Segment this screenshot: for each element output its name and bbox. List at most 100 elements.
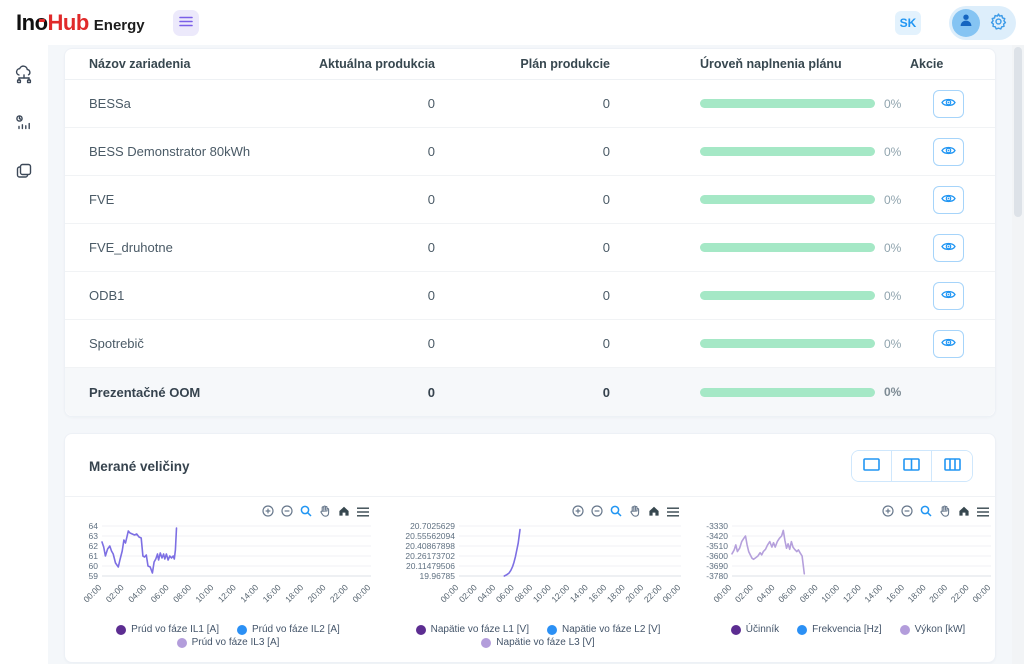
legend-dot	[731, 625, 741, 635]
magnifier-icon	[610, 505, 622, 520]
user-avatar[interactable]	[952, 9, 980, 37]
zoom-in-button[interactable]	[572, 505, 584, 520]
pan-button[interactable]	[319, 505, 331, 520]
device-name: BESS Demonstrator 80kWh	[65, 144, 315, 159]
layout-one-column-button[interactable]	[852, 451, 892, 481]
zoom-in-button[interactable]	[262, 505, 274, 520]
eye-icon	[941, 96, 956, 111]
sidebar-item-statistics[interactable]	[9, 109, 39, 139]
layout-two-column-button[interactable]	[892, 451, 932, 481]
reset-home-button[interactable]	[648, 505, 660, 520]
svg-text:12:00: 12:00	[216, 582, 238, 604]
legend-item[interactable]: Prúd vo fáze IL3 [A]	[177, 637, 280, 648]
selection-zoom-button[interactable]	[920, 505, 932, 520]
page-scrollbar[interactable]	[1012, 45, 1024, 664]
chart-svg[interactable]: 64636261605900:0002:0004:0006:0008:0010:…	[75, 520, 381, 622]
device-name: BESSa	[65, 96, 315, 111]
svg-text:02:00: 02:00	[104, 582, 126, 604]
eye-icon	[941, 144, 956, 159]
view-device-button[interactable]	[933, 186, 964, 214]
plan-production-value: 0	[435, 288, 610, 303]
plan-fill-progressbar	[700, 291, 875, 300]
user-pill	[949, 6, 1016, 40]
current-production-value: 0	[315, 192, 435, 207]
zoom-out-button[interactable]	[901, 505, 913, 520]
device-name: FVE	[65, 192, 315, 207]
pan-button[interactable]	[629, 505, 641, 520]
chart-svg[interactable]: -3330-3420-3510-3600-3690-378000:0002:00…	[695, 520, 996, 622]
plan-fill-percent: 0%	[884, 337, 901, 351]
legend-item[interactable]: Napätie vo fáze L2 [V]	[547, 624, 660, 635]
selection-zoom-button[interactable]	[610, 505, 622, 520]
reset-home-button[interactable]	[958, 505, 970, 520]
three-column-icon	[944, 458, 961, 474]
svg-text:63: 63	[89, 531, 99, 541]
svg-text:16:00: 16:00	[261, 582, 283, 604]
legend-item[interactable]: Účinník	[731, 624, 779, 635]
legend-item[interactable]: Frekvencia [Hz]	[797, 624, 881, 635]
sidebar-item-collections[interactable]	[9, 157, 39, 187]
zoom-in-icon	[572, 505, 584, 520]
scrollbar-thumb[interactable]	[1014, 47, 1022, 217]
svg-text:06:00: 06:00	[149, 582, 171, 604]
logo-text-in: In	[16, 10, 35, 36]
svg-text:14:00: 14:00	[568, 582, 590, 604]
home-icon	[338, 505, 350, 520]
one-column-icon	[863, 458, 880, 474]
plan-production-value: 0	[435, 240, 610, 255]
view-device-button[interactable]	[933, 138, 964, 166]
table-row: FVE_druhotne 0 0 0%	[65, 224, 995, 272]
legend-dot	[416, 625, 426, 635]
device-name: ODB1	[65, 288, 315, 303]
language-button[interactable]: SK	[895, 11, 921, 35]
view-device-button[interactable]	[933, 330, 964, 358]
reset-home-button[interactable]	[338, 505, 350, 520]
table-row: FVE 0 0 0%	[65, 176, 995, 224]
hamburger-icon	[179, 15, 193, 30]
svg-text:20.40867898: 20.40867898	[405, 541, 455, 551]
selection-zoom-button[interactable]	[300, 505, 312, 520]
svg-text:06:00: 06:00	[494, 582, 516, 604]
chart-menu-button[interactable]	[977, 505, 989, 520]
settings-button[interactable]	[989, 12, 1008, 34]
eye-icon	[941, 288, 956, 303]
legend-item[interactable]: Prúd vo fáze IL1 [A]	[116, 624, 219, 635]
pan-button[interactable]	[939, 505, 951, 520]
svg-text:-3420: -3420	[706, 531, 728, 541]
chart-history-icon	[13, 112, 35, 137]
action-cell	[901, 138, 996, 166]
chart-svg[interactable]: 20.702562920.5556209420.4086789820.26173…	[385, 520, 691, 622]
legend-label: Prúd vo fáze IL3 [A]	[192, 637, 280, 648]
zoom-out-button[interactable]	[281, 505, 293, 520]
chart-menu-button[interactable]	[357, 505, 369, 520]
current-production-value: 0	[315, 385, 435, 400]
legend-label: Napätie vo fáze L2 [V]	[562, 624, 660, 635]
column-header-fill: Úroveň naplnenia plánu	[610, 57, 900, 71]
svg-text:02:00: 02:00	[733, 582, 755, 604]
layout-three-column-button[interactable]	[932, 451, 972, 481]
legend-label: Frekvencia [Hz]	[812, 624, 881, 635]
zoom-in-button[interactable]	[882, 505, 894, 520]
view-device-button[interactable]	[933, 282, 964, 310]
person-icon	[958, 12, 974, 33]
view-device-button[interactable]	[933, 90, 964, 118]
zoom-out-button[interactable]	[591, 505, 603, 520]
sidebar-item-network[interactable]	[9, 61, 39, 91]
view-device-button[interactable]	[933, 234, 964, 262]
legend-item[interactable]: Výkon [kW]	[900, 624, 966, 635]
svg-text:00:00: 00:00	[350, 582, 372, 604]
svg-text:00:00: 00:00	[970, 582, 992, 604]
chart-menu-button[interactable]	[667, 505, 679, 520]
svg-text:20.26173702: 20.26173702	[405, 551, 455, 561]
legend-item[interactable]: Napätie vo fáze L3 [V]	[481, 637, 594, 648]
legend-item[interactable]: Napätie vo fáze L1 [V]	[416, 624, 529, 635]
chart-toolbar	[75, 505, 381, 520]
menu-toggle-button[interactable]	[173, 10, 199, 36]
legend-item[interactable]: Prúd vo fáze IL2 [A]	[237, 624, 340, 635]
current-production-value: 0	[315, 144, 435, 159]
svg-text:02:00: 02:00	[457, 582, 479, 604]
two-column-icon	[903, 458, 920, 474]
column-header-plan: Plán produkcie	[435, 57, 610, 71]
pan-hand-icon	[629, 505, 641, 520]
chart-panel: 20.702562920.5556209420.4086789820.26173…	[385, 505, 691, 648]
